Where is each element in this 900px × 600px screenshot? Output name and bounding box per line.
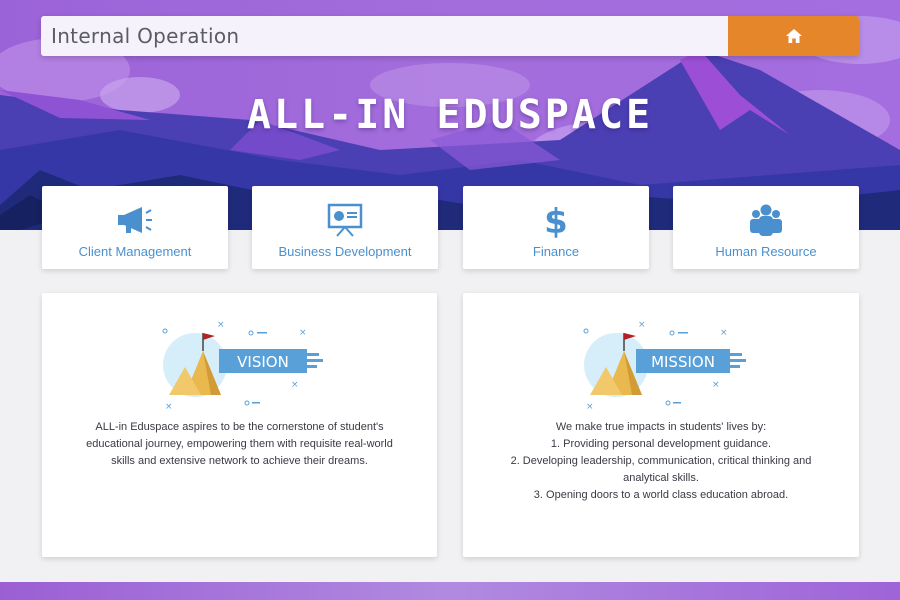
dollar-icon: $ [544, 202, 568, 238]
card-label: Finance [532, 244, 580, 259]
svg-text:×: × [299, 328, 307, 338]
top-bar: Internal Operation [41, 16, 859, 56]
card-human-resource[interactable]: Human Resource [673, 186, 859, 269]
mission-line: We make true impacts in students' lives … [555, 421, 767, 433]
svg-text:×: × [217, 320, 225, 330]
mission-line: 3. Opening doors to a world class educat… [533, 489, 789, 501]
mission-line: 2. Developing leadership, communication,… [510, 455, 812, 467]
mission-panel: MISSION × × × × We make true impacts in … [463, 293, 859, 557]
card-label: Human Resource [715, 244, 817, 259]
home-button[interactable] [728, 16, 859, 56]
vision-text: ALL-in Eduspace aspires to be the corner… [62, 419, 417, 470]
mission-illustration: MISSION × × × × [583, 320, 746, 411]
page-title: Internal Operation [41, 16, 728, 56]
vision-panel: VISION × × × × ALL-in Eduspace aspires t… [42, 293, 437, 557]
mission-banner-text: MISSION [651, 353, 715, 371]
card-label: Client Management [78, 244, 192, 259]
people-icon [750, 204, 782, 236]
svg-text:×: × [638, 320, 646, 330]
footer-strip [0, 582, 900, 600]
svg-text:×: × [712, 380, 720, 390]
svg-text:×: × [165, 402, 173, 411]
svg-text:×: × [586, 402, 594, 411]
svg-text:×: × [291, 380, 299, 390]
brand-title: ALL-IN EDUSPACE [246, 92, 654, 138]
vision-line: educational journey, empowering them wit… [86, 438, 393, 450]
card-label: Business Development [278, 244, 412, 259]
home-icon [785, 29, 802, 43]
presentation-board-icon [327, 203, 363, 237]
vision-line: skills and extensive network to achieve … [111, 455, 368, 467]
mission-line: analytical skills. [623, 472, 699, 484]
vision-banner-text: VISION [237, 353, 289, 371]
svg-text:$: $ [544, 202, 568, 238]
card-business-development[interactable]: Business Development [252, 186, 438, 269]
vision-line: ALL-in Eduspace aspires to be the corner… [95, 421, 384, 433]
vision-illustration: VISION × × × × [162, 320, 323, 411]
card-finance[interactable]: $ Finance [463, 186, 649, 269]
mission-text: We make true impacts in students' lives … [483, 419, 839, 504]
mission-line: 1. Providing personal development guidan… [550, 438, 772, 450]
svg-text:×: × [720, 328, 728, 338]
card-client-management[interactable]: Client Management [42, 186, 228, 269]
megaphone-icon [118, 207, 152, 233]
